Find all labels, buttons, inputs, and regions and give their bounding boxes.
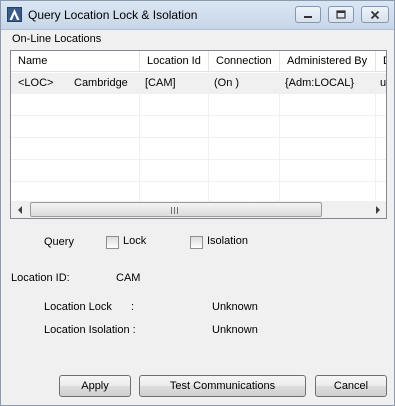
test-communications-button[interactable]: Test Communications [139, 375, 306, 397]
grid-line [11, 181, 386, 182]
window-title: Query Location Lock & Isolation [28, 8, 198, 22]
lock-checkbox[interactable] [106, 236, 119, 249]
maximize-button[interactable] [328, 6, 354, 23]
list-header: Name Location Id Connection Administered… [11, 51, 386, 72]
location-lock-colon: : [131, 301, 135, 313]
location-id-label: Location ID: [11, 272, 70, 284]
app-logo-icon [7, 7, 22, 22]
row-location-id: [CAM] [145, 77, 176, 89]
grid-line [11, 115, 386, 116]
location-isolation-label: Location Isolation : [44, 324, 136, 336]
row-name: Cambridge [74, 77, 128, 89]
row-administered-by: {Adm:LOCAL} [285, 77, 355, 89]
row-d: u [380, 77, 387, 89]
scroll-left-button[interactable] [11, 201, 28, 218]
lock-checkbox-label[interactable]: Lock [123, 235, 146, 247]
close-icon [370, 10, 380, 20]
grid-line [139, 73, 140, 201]
column-header-name[interactable]: Name [11, 51, 140, 72]
grid-line [11, 137, 386, 138]
table-row[interactable]: <LOC> Cambridge [CAM] (On ) {Adm:LOCAL} … [11, 73, 386, 94]
online-locations-list[interactable]: Name Location Id Connection Administered… [10, 50, 387, 219]
column-header-d[interactable]: D [376, 51, 386, 72]
scroll-left-icon [17, 205, 22, 214]
column-header-location-id[interactable]: Location Id [140, 51, 209, 72]
close-button[interactable] [361, 6, 389, 23]
row-name-tag: <LOC> [18, 77, 54, 89]
dialog-window: Query Location Lock & Isolation On-Line … [0, 0, 395, 406]
minimize-button[interactable] [295, 6, 321, 23]
query-label: Query [44, 236, 74, 248]
horizontal-scrollbar[interactable] [11, 201, 386, 218]
title-bar[interactable]: Query Location Lock & Isolation [1, 1, 394, 30]
minimize-icon [304, 16, 312, 18]
isolation-checkbox-label[interactable]: Isolation [207, 235, 248, 247]
column-header-administered-by[interactable]: Administered By [280, 51, 376, 72]
grid-line [279, 73, 280, 201]
location-id-value: CAM [116, 272, 141, 284]
scroll-grip-icon [171, 207, 179, 214]
grid-line [11, 159, 386, 160]
scroll-right-icon [375, 205, 380, 214]
scroll-thumb[interactable] [30, 202, 322, 217]
row-connection: (On ) [214, 77, 240, 89]
online-locations-label: On-Line Locations [12, 33, 102, 45]
scroll-right-button[interactable] [369, 201, 386, 218]
location-lock-label: Location Lock [44, 301, 112, 313]
cancel-button[interactable]: Cancel [315, 375, 387, 397]
column-header-connection[interactable]: Connection [209, 51, 280, 72]
location-isolation-value: Unknown [212, 324, 258, 336]
isolation-checkbox[interactable] [190, 236, 203, 249]
apply-button[interactable]: Apply [59, 375, 131, 397]
grid-line [208, 73, 209, 201]
grid-line [375, 73, 376, 201]
maximize-icon [336, 10, 346, 19]
location-lock-value: Unknown [212, 301, 258, 313]
